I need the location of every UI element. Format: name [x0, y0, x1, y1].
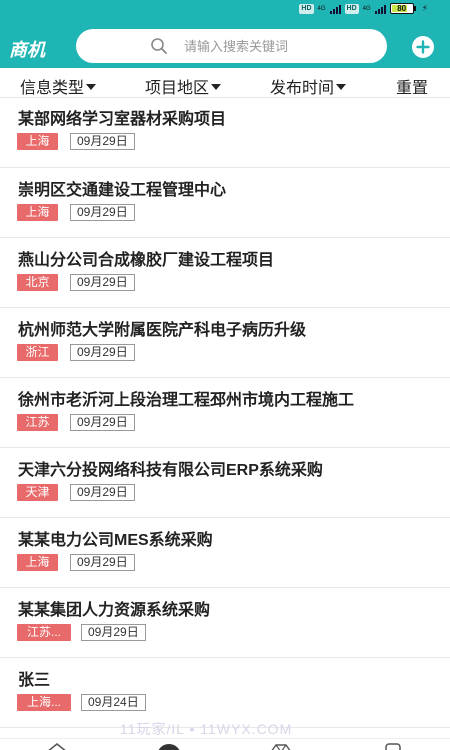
- item-title: 某部网络学习室器材采购项目: [18, 111, 227, 128]
- caret-down-icon: [86, 83, 97, 90]
- home-icon[interactable]: [46, 743, 68, 750]
- item-title: 某某集团人力资源系统采购: [18, 602, 211, 619]
- battery-level: 80: [397, 4, 407, 13]
- region-tag: 上海...: [17, 694, 71, 711]
- region-tag: 天津: [17, 484, 58, 501]
- status-bar: HD 4G HD 4G 80 ⚡: [0, 0, 450, 18]
- list-item[interactable]: 天津六分投网络科技有限公司ERP系统采购 天津 09月29日: [0, 448, 450, 518]
- add-button[interactable]: [412, 36, 434, 58]
- filter-label: 重置: [396, 80, 429, 97]
- battery-icon: 80: [389, 3, 416, 14]
- date-badge: 09月29日: [70, 133, 135, 150]
- diamond-icon[interactable]: [269, 743, 293, 750]
- date-badge: 09月29日: [70, 204, 135, 221]
- date-badge: 09月29日: [81, 624, 146, 641]
- search-box[interactable]: [76, 29, 387, 63]
- date-badge: 09月24日: [81, 694, 146, 711]
- item-title: 燕山分公司合成橡胶厂建设工程项目: [18, 252, 275, 269]
- network-type-label: 4G: [317, 5, 326, 12]
- search-icon: [151, 38, 167, 54]
- date-badge: 09月29日: [70, 554, 135, 571]
- reset-button[interactable]: 重置: [396, 74, 428, 98]
- filter-bar: 信息类型 项目地区 发布时间 重置: [0, 68, 450, 98]
- status-icons: HD 4G HD 4G 80 ⚡: [299, 3, 428, 14]
- list-item[interactable]: 杭州师范大学附属医院产科电子病历升级 浙江 09月29日: [0, 308, 450, 378]
- region-tag: 北京: [17, 274, 58, 291]
- plus-circle-icon: [416, 40, 430, 54]
- filter-label: 信息类型: [20, 80, 85, 97]
- region-tag: 上海: [17, 554, 58, 571]
- item-title: 徐州市老沂河上段治理工程邳州市境内工程施工: [18, 392, 355, 409]
- date-badge: 09月29日: [70, 274, 135, 291]
- hd-indicator: HD: [299, 3, 314, 14]
- filter-info-type[interactable]: 信息类型: [20, 74, 97, 98]
- watermark: 11玩家/IL • 11WYX.COM: [120, 721, 293, 737]
- signal-icon: [374, 4, 386, 14]
- list-item[interactable]: 张三 上海... 09月24日: [0, 658, 450, 728]
- filter-label: 发布时间: [270, 80, 335, 97]
- filter-project-region[interactable]: 项目地区: [145, 74, 222, 98]
- filter-label: 项目地区: [145, 80, 210, 97]
- app-title: 商机: [9, 40, 45, 60]
- list-item[interactable]: 某某电力公司MES系统采购 上海 09月29日: [0, 518, 450, 588]
- item-title: 张三: [18, 672, 51, 689]
- date-badge: 09月29日: [70, 414, 135, 431]
- item-title: 崇明区交通建设工程管理中心: [18, 182, 227, 199]
- signal-icon: [329, 4, 341, 14]
- region-tag: 江苏...: [17, 624, 71, 641]
- region-tag: 江苏: [17, 414, 58, 431]
- list-item[interactable]: 徐州市老沂河上段治理工程邳州市境内工程施工 江苏 09月29日: [0, 378, 450, 448]
- item-title: 某某电力公司MES系统采购: [18, 532, 213, 549]
- date-badge: 09月29日: [70, 484, 135, 501]
- list-item[interactable]: 某部网络学习室器材采购项目 上海 09月29日: [0, 98, 450, 168]
- caret-down-icon: [211, 83, 222, 90]
- search-input[interactable]: [184, 29, 374, 63]
- item-title: 天津六分投网络科技有限公司ERP系统采购: [18, 462, 323, 479]
- item-title: 杭州师范大学附属医院产科电子病历升级: [18, 322, 307, 339]
- region-tag: 上海: [17, 133, 58, 150]
- network-type-label: 4G: [362, 5, 371, 12]
- list-item[interactable]: 燕山分公司合成橡胶厂建设工程项目 北京 09月29日: [0, 238, 450, 308]
- caret-down-icon: [336, 83, 347, 90]
- region-tag: 浙江: [17, 344, 58, 361]
- list-item[interactable]: 某某集团人力资源系统采购 江苏... 09月29日: [0, 588, 450, 658]
- app-header: 商机: [0, 18, 450, 68]
- filter-publish-time[interactable]: 发布时间: [270, 74, 347, 98]
- date-badge: 09月29日: [70, 344, 135, 361]
- region-tag: 上海: [17, 204, 58, 221]
- charging-icon: ⚡: [421, 3, 428, 13]
- center-icon[interactable]: [157, 744, 181, 750]
- bottom-nav: [0, 738, 450, 750]
- list-item[interactable]: 崇明区交通建设工程管理中心 上海 09月29日: [0, 168, 450, 238]
- hd-indicator: HD: [344, 3, 359, 14]
- profile-icon[interactable]: [384, 743, 402, 750]
